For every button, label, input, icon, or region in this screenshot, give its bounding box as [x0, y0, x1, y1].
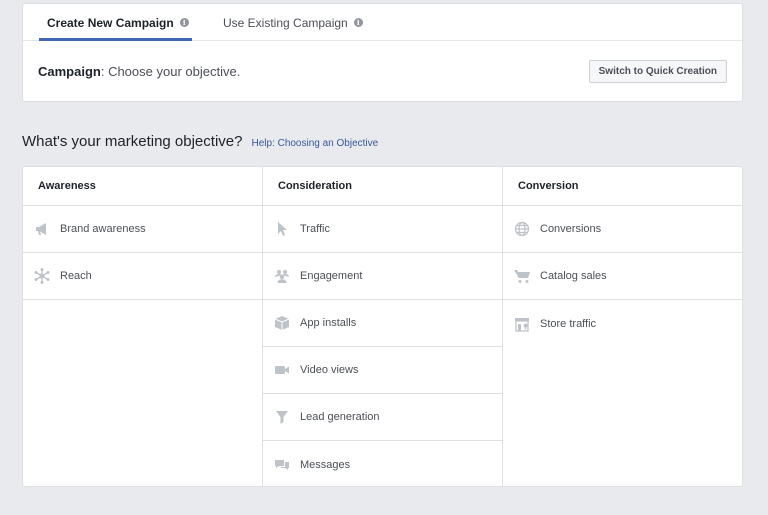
column-header: Consideration: [263, 167, 502, 206]
box-icon: [274, 315, 290, 331]
shopping-cart-icon: [514, 268, 530, 284]
objective-label: Brand awareness: [60, 223, 146, 235]
chat-bubbles-icon: [274, 457, 290, 473]
objective-conversions[interactable]: Conversions: [503, 206, 742, 253]
campaign-text: : Choose your objective.: [100, 64, 241, 79]
campaign-setup-card: Create New Campaign i Use Existing Campa…: [22, 3, 743, 102]
tab-create-label: Create New Campaign: [47, 15, 174, 30]
tab-create-new-campaign[interactable]: Create New Campaign i: [39, 4, 192, 41]
active-tab-indicator: [39, 38, 192, 41]
objective-engagement[interactable]: Engagement: [263, 253, 502, 300]
objective-messages[interactable]: Messages: [263, 441, 502, 486]
objective-reach[interactable]: Reach: [23, 253, 262, 300]
objective-store-traffic[interactable]: Store traffic: [503, 300, 742, 347]
people-icon: [274, 268, 290, 284]
objective-label: Messages: [300, 458, 351, 471]
objective-lead-generation[interactable]: Lead generation: [263, 394, 502, 441]
objective-label: Video views: [300, 364, 359, 376]
objective-video-views[interactable]: Video views: [263, 347, 502, 394]
column-consideration: Consideration Traffic Engagement App ins…: [263, 167, 503, 486]
reach-icon: [34, 268, 50, 284]
objective-label: Engagement: [300, 270, 363, 282]
funnel-icon: [274, 409, 290, 425]
objective-label: Conversions: [540, 223, 602, 235]
video-camera-icon: [274, 362, 290, 378]
objective-brand-awareness[interactable]: Brand awareness: [23, 206, 262, 253]
megaphone-icon: [34, 221, 50, 237]
store-icon: [514, 316, 530, 332]
info-icon[interactable]: i: [179, 18, 189, 27]
objectives-table: Awareness Brand awareness Reach Consider…: [22, 166, 743, 487]
tab-use-existing-campaign[interactable]: Use Existing Campaign i: [223, 4, 363, 41]
objective-label: Store traffic: [540, 317, 597, 330]
campaign-objective-line: Campaign: Choose your objective.: [38, 64, 240, 79]
column-conversion: Conversion Conversions Catalog sales Sto…: [503, 167, 742, 486]
campaign-label: Campaign: [38, 64, 101, 79]
help-choosing-objective-link[interactable]: Help: Choosing an Objective: [251, 138, 378, 149]
globe-icon: [514, 221, 530, 237]
objective-heading-row: What's your marketing objective? Help: C…: [22, 133, 378, 150]
column-header: Conversion: [503, 167, 742, 206]
objective-label: Catalog sales: [540, 270, 607, 282]
column-awareness: Awareness Brand awareness Reach: [23, 167, 263, 486]
objective-traffic[interactable]: Traffic: [263, 206, 502, 253]
objective-label: Traffic: [300, 223, 330, 235]
campaign-tabs: Create New Campaign i Use Existing Campa…: [23, 4, 742, 41]
tab-existing-label: Use Existing Campaign: [223, 15, 348, 30]
objective-app-installs[interactable]: App installs: [263, 300, 502, 347]
objective-label: Reach: [60, 270, 92, 282]
objective-label: Lead generation: [300, 411, 380, 423]
column-header: Awareness: [23, 167, 262, 206]
switch-to-quick-creation-button[interactable]: Switch to Quick Creation: [588, 60, 727, 83]
info-icon[interactable]: i: [353, 18, 363, 27]
objective-label: App installs: [300, 317, 357, 329]
page-title: What's your marketing objective?: [22, 133, 243, 150]
cursor-icon: [274, 221, 290, 237]
objective-catalog-sales[interactable]: Catalog sales: [503, 253, 742, 300]
